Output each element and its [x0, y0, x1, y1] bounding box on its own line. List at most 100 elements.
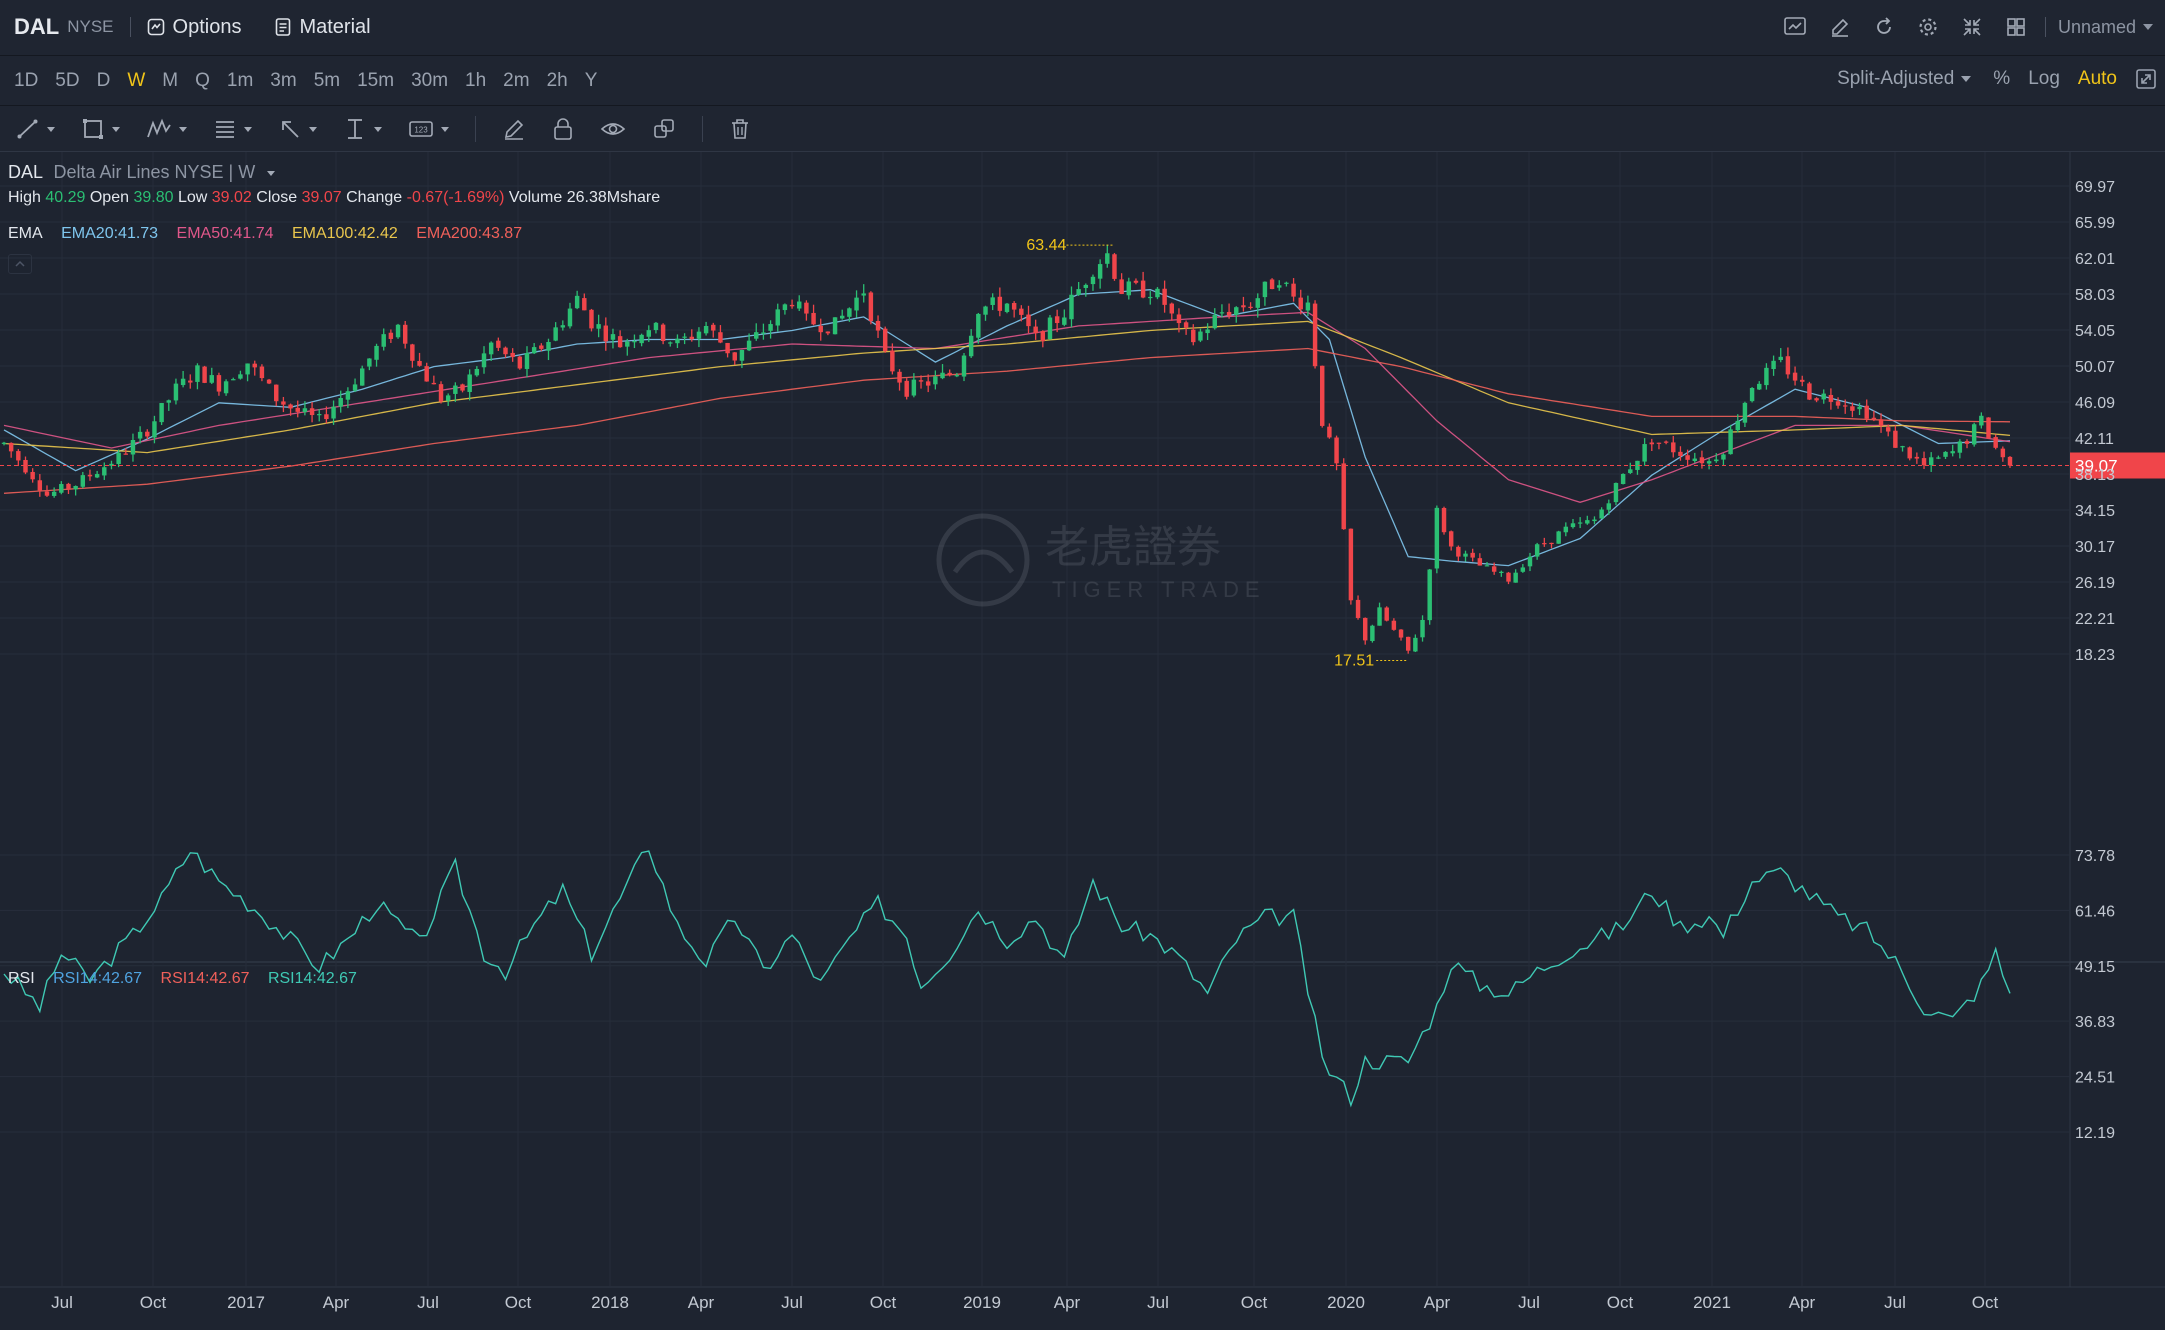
options-label: Options — [172, 15, 242, 38]
symbol-title[interactable]: DAL — [14, 14, 59, 40]
chevron-down-icon[interactable] — [266, 171, 275, 177]
measure-tool[interactable] — [343, 117, 382, 141]
pattern-tool[interactable] — [146, 117, 187, 141]
time-axis-label: 2017 — [227, 1293, 265, 1312]
candle — [266, 378, 272, 385]
timeframe-2h[interactable]: 2h — [547, 70, 568, 92]
settings-gear-icon[interactable] — [1917, 16, 1939, 38]
ohlc-legend: High 40.29 Open 39.80 Low 39.02 Close 39… — [8, 189, 660, 207]
clone-tool[interactable] — [652, 117, 676, 141]
time-axis-label: Oct — [505, 1293, 532, 1312]
trend-line-tool[interactable] — [16, 117, 55, 141]
symbol-legend: DAL Delta Air Lines NYSE | W — [8, 162, 275, 183]
layout-grid-icon[interactable] — [2005, 16, 2027, 38]
change-value: -0.67(-1.69%) — [406, 189, 505, 206]
candle — [1348, 528, 1354, 605]
draw-edit-icon[interactable] — [1829, 16, 1851, 38]
candle — [359, 365, 365, 386]
candle — [1427, 568, 1432, 625]
lock-tool[interactable] — [552, 117, 574, 141]
close-label: Close — [256, 189, 298, 206]
timeframe-1m[interactable]: 1m — [227, 70, 253, 92]
collapse-icon[interactable] — [1961, 16, 1983, 38]
low-marker-label: 17.51 — [1334, 653, 1374, 670]
timeframe-W[interactable]: W — [127, 70, 145, 92]
time-axis-label: Apr — [1789, 1293, 1816, 1312]
time-axis-label: Oct — [140, 1293, 167, 1312]
document-icon — [276, 18, 291, 36]
split-adjusted-label: Split-Adjusted — [1837, 68, 1955, 89]
candle — [1112, 252, 1117, 281]
high-label: High — [8, 189, 41, 206]
price-axis-label: 58.03 — [2075, 287, 2115, 304]
rectangle-tool[interactable] — [81, 117, 120, 141]
candle — [868, 291, 874, 325]
timeframe-1D[interactable]: 1D — [14, 70, 38, 92]
timeframe-5m[interactable]: 5m — [314, 70, 340, 92]
pen-tool[interactable] — [502, 117, 526, 141]
chevron-down-icon — [112, 126, 120, 132]
lock-icon — [554, 118, 572, 140]
percent-toggle[interactable]: % — [1993, 68, 2010, 90]
material-button[interactable]: Material — [275, 16, 371, 39]
candle — [1556, 530, 1561, 544]
arrow-icon — [282, 121, 299, 138]
candle — [159, 402, 164, 426]
indicator-chart-icon[interactable] — [1783, 16, 1807, 38]
layout-name-dropdown[interactable]: Unnamed — [2058, 17, 2153, 38]
options-button[interactable]: Options — [147, 15, 242, 39]
divider — [475, 116, 476, 142]
rsi-axis-label: 36.83 — [2075, 1014, 2115, 1031]
chart-svg[interactable]: 老虎證券 TIGER TRADE 39.07 63.44 17.51 69.97 65… — [0, 152, 2165, 1330]
top-bar: DAL NYSE Options Material Unnamed — [0, 0, 2165, 56]
ema100-value: EMA100:42.42 — [291, 225, 398, 242]
timeframe-15m[interactable]: 15m — [357, 70, 394, 92]
svg-text:123: 123 — [414, 126, 428, 135]
time-axis-label: Jul — [1147, 1293, 1169, 1312]
price-label-tool[interactable]: 123 — [408, 117, 449, 141]
timeframe-M[interactable]: M — [162, 70, 178, 92]
time-axis-label: Apr — [1424, 1293, 1451, 1312]
rsi-legend[interactable]: RSI RSI14:42.67 RSI14:42.67 RSI14:42.67 — [8, 970, 357, 988]
arrow-tool[interactable] — [278, 117, 317, 141]
time-axis-label: Oct — [870, 1293, 897, 1312]
visibility-tool[interactable] — [600, 117, 626, 141]
price-axis-label: 50.07 — [2075, 359, 2115, 376]
fullscreen-icon[interactable] — [2135, 68, 2157, 90]
chevron-down-icon — [2143, 24, 2153, 30]
timeframe-Q[interactable]: Q — [195, 70, 210, 92]
rsi-axis-label: 49.15 — [2075, 959, 2115, 976]
close-value: 39.07 — [301, 189, 342, 206]
collapse-indicator-button[interactable] — [8, 254, 32, 274]
drawing-toolbar: 123 — [0, 106, 2165, 152]
ema-label: EMA — [8, 225, 43, 242]
log-toggle[interactable]: Log — [2028, 68, 2060, 90]
high-value: 40.29 — [45, 189, 86, 206]
timeframe-3m[interactable]: 3m — [270, 70, 296, 92]
timeframe-2m[interactable]: 2m — [503, 70, 529, 92]
price-axis-label: 69.97 — [2075, 179, 2115, 196]
rsi-axis-label: 73.78 — [2075, 848, 2115, 865]
split-adjusted-dropdown[interactable]: Split-Adjusted — [1837, 68, 1972, 90]
open-label: Open — [89, 189, 129, 206]
chart-area[interactable]: 老虎證券 TIGER TRADE 39.07 63.44 17.51 69.97 65… — [0, 152, 2165, 1330]
timeframe-30m[interactable]: 30m — [411, 70, 448, 92]
candle — [1434, 505, 1440, 574]
timeframe-5D[interactable]: 5D — [55, 70, 79, 92]
rsi-value-1: RSI14:42.67 — [53, 970, 143, 987]
layout-name-label: Unnamed — [2057, 16, 2136, 37]
legend-name: Delta Air Lines NYSE | W — [53, 162, 256, 182]
refresh-icon[interactable] — [1873, 16, 1895, 38]
delete-tool[interactable] — [729, 117, 751, 141]
ema-legend[interactable]: EMA EMA20:41.73 EMA50:41.74 EMA100:42.42… — [8, 225, 522, 243]
timeframe-Y[interactable]: Y — [585, 70, 598, 92]
candle — [832, 317, 838, 335]
candle — [1047, 314, 1053, 340]
ema20-value: EMA20:41.73 — [61, 225, 159, 242]
timeframe-D[interactable]: D — [97, 70, 111, 92]
candle — [1269, 278, 1275, 290]
timeframe-1h[interactable]: 1h — [465, 70, 486, 92]
fibonacci-tool[interactable] — [213, 117, 252, 141]
fibonacci-icon — [216, 121, 234, 138]
auto-toggle[interactable]: Auto — [2078, 68, 2117, 90]
